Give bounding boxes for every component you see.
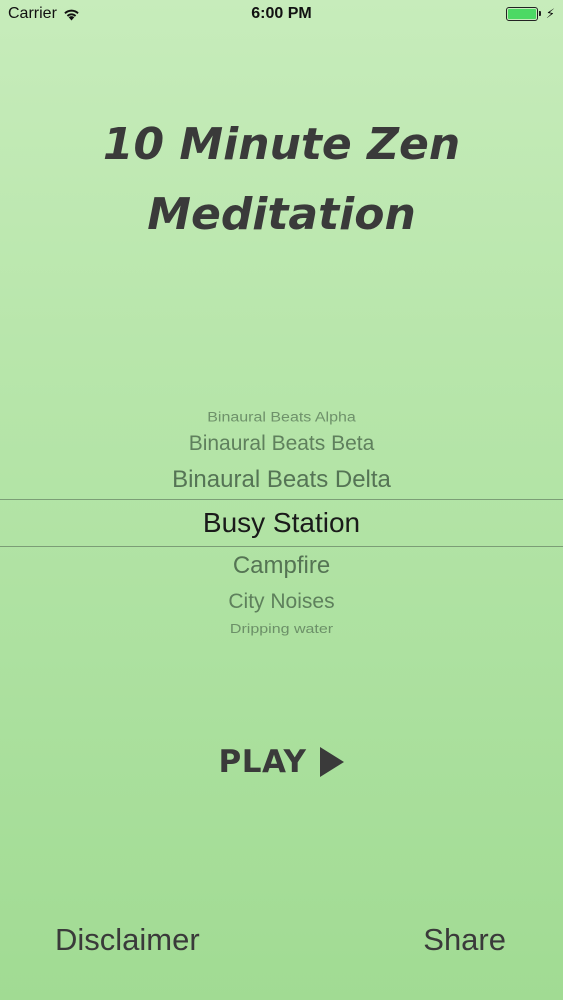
picker-selection-line-top <box>0 499 563 500</box>
play-button[interactable]: PLAY <box>0 738 563 786</box>
picker-item-selected[interactable]: Busy Station <box>0 503 563 543</box>
disclaimer-button[interactable]: Disclaimer <box>55 922 200 958</box>
share-button[interactable]: Share <box>423 922 506 958</box>
picker-item[interactable]: Binaural Beats Alpha <box>0 409 563 428</box>
picker-item[interactable]: Dripping water <box>0 621 563 639</box>
status-right: ⚡ <box>505 6 555 22</box>
picker-item[interactable]: Binaural Beats Beta <box>0 429 563 459</box>
battery-icon <box>505 7 541 21</box>
picker-item[interactable] <box>0 640 563 644</box>
play-triangle-icon <box>320 747 345 777</box>
charging-bolt-icon: ⚡ <box>545 6 555 21</box>
app-title-line1: 10 Minute Zen <box>102 119 461 170</box>
app-title-line2: Meditation <box>147 189 416 240</box>
battery-fill <box>507 9 536 19</box>
status-bar: Carrier 6:00 PM ⚡ <box>0 0 563 30</box>
picker-item[interactable]: Campfire <box>0 549 563 583</box>
picker-item[interactable]: City Noises <box>0 587 563 617</box>
picker-item[interactable]: Binaural Beats Delta <box>0 463 563 497</box>
status-time: 6:00 PM <box>251 5 312 22</box>
picker-selection-line-bottom <box>0 546 563 547</box>
picker-item[interactable] <box>0 399 563 405</box>
app-title: 10 Minute Zen Meditation <box>0 110 563 250</box>
play-label: PLAY <box>218 744 307 780</box>
sound-picker[interactable]: Binaural Beats Alpha Binaural Beats Beta… <box>0 395 563 645</box>
